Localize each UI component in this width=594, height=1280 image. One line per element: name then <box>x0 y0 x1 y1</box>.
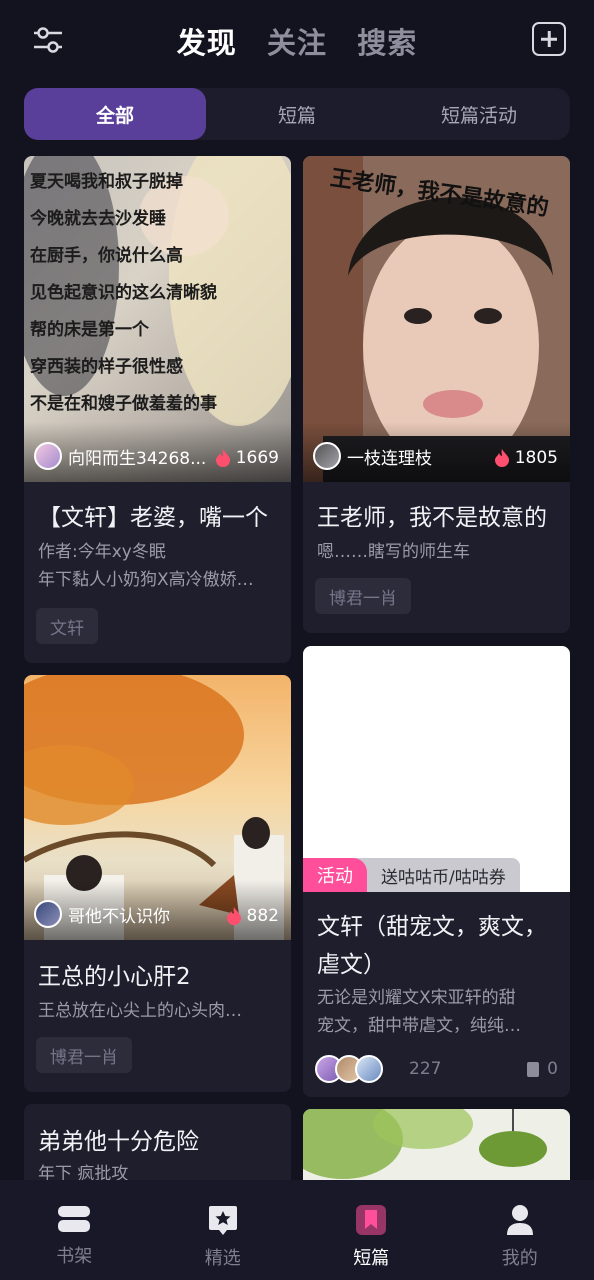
author-info[interactable]: 向阳而生34268... <box>34 442 206 470</box>
cover-image: 王老师，我不是故意的 一枝连理枝 1805 <box>303 156 570 482</box>
cover-text-line: 夏天喝我和叔子脱掉 <box>30 172 183 192</box>
activity-title: 文轩（甜宠文，爽文， 虐文） <box>317 914 547 978</box>
bookshelf-icon <box>58 1206 91 1232</box>
activity-stats: 227 0 <box>315 1054 558 1084</box>
user-profile-icon <box>506 1205 533 1235</box>
tab-follow[interactable]: 关注 <box>267 20 327 62</box>
avatar <box>355 1055 383 1083</box>
story-title: 【文轩】老婆，嘴一个 <box>38 505 268 531</box>
heat-count: 1805 <box>494 448 558 468</box>
nav-bookshelf[interactable]: 书架 <box>0 1180 149 1280</box>
nav-featured[interactable]: 精选 <box>149 1180 298 1280</box>
story-tag[interactable]: 文轩 <box>36 608 98 644</box>
story-title: 弟弟他十分危险 <box>38 1129 199 1155</box>
book-icon <box>527 1061 540 1077</box>
author-name: 哥他不认识你 <box>68 906 170 927</box>
story-description: 嗯……瞎写的师生车 <box>317 542 470 562</box>
segment-short[interactable]: 短篇 <box>206 88 388 140</box>
heat-count: 1669 <box>215 448 279 468</box>
cover-text-line: 见色起意识的这么清晰貌 <box>30 283 217 303</box>
cover-text-line: 穿西装的样子很性感 <box>30 357 183 377</box>
avatar <box>313 442 341 470</box>
featured-star-icon <box>208 1206 237 1235</box>
nav-profile[interactable]: 我的 <box>446 1180 594 1280</box>
story-description: 作者:今年xy冬眠 年下黏人小奶狗X高冷傲娇… <box>38 542 254 590</box>
cover-image <box>303 646 570 892</box>
author-name: 一枝连理枝 <box>347 448 432 469</box>
participant-count: 227 <box>409 1059 442 1079</box>
avatar <box>34 442 62 470</box>
cover-image: 夏天喝我和叔子脱掉 今晚就去去沙发睡 在厨手，你说什么高 见色起意识的这么清晰貌… <box>24 156 291 482</box>
cover-image: 哥他不认识你 882 <box>24 675 291 940</box>
activity-description: 无论是刘耀文X宋亚轩的甜 宠文，甜中带虐文，纯纯… <box>317 988 521 1036</box>
category-segment: 全部 短篇 短篇活动 <box>24 88 570 140</box>
avatar <box>34 900 62 928</box>
author-name: 向阳而生34268... <box>68 448 207 469</box>
tab-discover[interactable]: 发现 <box>177 20 237 62</box>
cover-text-line: 不是在和嫂子做羞羞的事 <box>30 394 217 414</box>
story-card[interactable]: 夏天喝我和叔子脱掉 今晚就去去沙发睡 在厨手，你说什么高 见色起意识的这么清晰貌… <box>24 156 291 663</box>
story-title: 王总的小心肝2 <box>38 964 191 990</box>
story-card[interactable]: 王老师，我不是故意的 一枝连理枝 1805 王老师，我不是故意的 嗯……瞎写的师… <box>303 156 570 633</box>
flame-icon <box>226 907 241 925</box>
activity-reward: 送咕咕币/咕咕券 <box>355 858 520 892</box>
tab-search[interactable]: 搜索 <box>357 20 417 62</box>
heat-count: 882 <box>226 906 279 926</box>
story-description: 王总放在心尖上的心头肉… <box>38 1001 242 1021</box>
nav-short-stories[interactable]: 短篇 <box>297 1180 446 1280</box>
bottom-navigation: 书架 精选 短篇 我的 <box>0 1180 594 1280</box>
story-tag[interactable]: 博君一肖 <box>36 1037 132 1073</box>
story-title: 王老师，我不是故意的 <box>317 505 547 531</box>
cover-text-line: 今晚就去去沙发睡 <box>30 209 166 229</box>
top-tab-bar: 发现 关注 搜索 <box>0 20 594 62</box>
author-info[interactable]: 哥他不认识你 <box>34 900 170 928</box>
story-card[interactable]: 哥他不认识你 882 王总的小心肝2 王总放在心尖上的心头肉… 博君一肖 <box>24 675 291 1092</box>
cover-text-line: 在厨手，你说什么高 <box>30 246 183 266</box>
activity-badge: 活动 送咕咕币/咕咕券 <box>303 858 520 892</box>
cover-text-line: 帮的床是第一个 <box>30 320 149 340</box>
top-header: 发现 关注 搜索 <box>0 0 594 80</box>
add-post-icon[interactable] <box>532 22 566 56</box>
works-count: 0 <box>547 1059 558 1079</box>
story-tag[interactable]: 博君一肖 <box>315 578 411 614</box>
flame-icon <box>215 449 230 467</box>
activity-label: 活动 <box>303 858 367 892</box>
segment-all[interactable]: 全部 <box>24 88 206 140</box>
segment-short-events[interactable]: 短篇活动 <box>388 88 570 140</box>
bookmark-icon <box>356 1205 387 1235</box>
flame-icon <box>494 449 509 467</box>
author-info[interactable]: 一枝连理枝 <box>313 442 432 470</box>
activity-card[interactable]: 活动 送咕咕币/咕咕券 文轩（甜宠文，爽文， 虐文） 无论是刘耀文X宋亚轩的甜 … <box>303 646 570 1097</box>
